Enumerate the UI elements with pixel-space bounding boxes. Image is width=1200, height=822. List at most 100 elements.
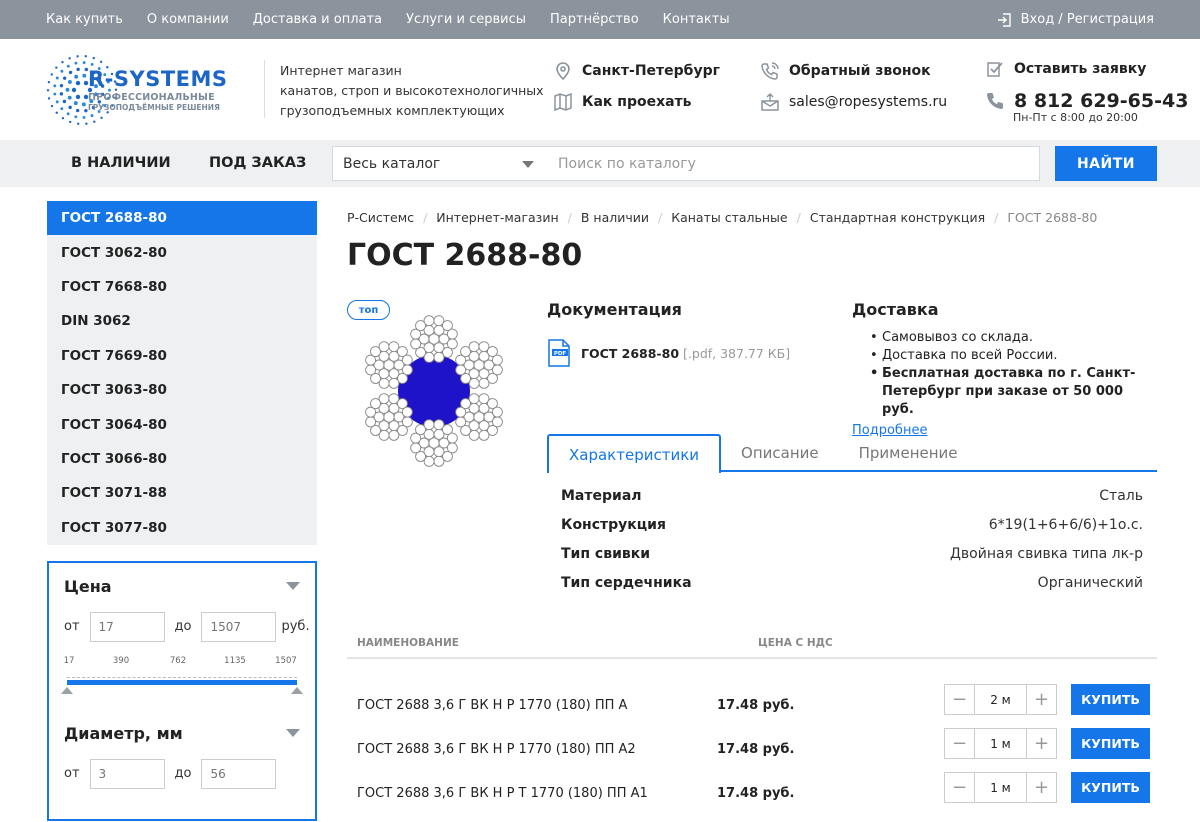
login-link[interactable]: Вход / Регистрация xyxy=(997,12,1154,28)
category-item[interactable]: ГОСТ 3077-80 xyxy=(47,511,317,545)
diameter-from-input[interactable] xyxy=(89,758,165,789)
collapse-triangle-icon xyxy=(286,729,300,738)
slider-track[interactable] xyxy=(67,679,297,685)
search-button[interactable]: НАЙТИ xyxy=(1055,146,1157,181)
product-name[interactable]: ГОСТ 2688 3,6 Г ВК Н Р 1770 (180) ПП А2 xyxy=(357,742,636,757)
phone-number[interactable]: 8 812 629-65-43 xyxy=(985,90,1188,112)
product-name[interactable]: ГОСТ 2688 3,6 Г ВК Н Р Т 1770 (180) ПП А… xyxy=(357,786,648,801)
nav-link-how-to-buy[interactable]: Как купить xyxy=(46,12,123,27)
nav-link-about[interactable]: О компании xyxy=(147,12,229,27)
nav-link-services[interactable]: Услуги и сервисы xyxy=(406,12,526,27)
nav-link-partnership[interactable]: Партнёрство xyxy=(550,12,639,27)
breadcrumb-item[interactable]: Интернет-магазин xyxy=(436,210,558,225)
quantity-stepper: − 2 м + xyxy=(944,684,1057,715)
buy-button[interactable]: КУПИТЬ xyxy=(1071,684,1150,715)
diameter-range: от до xyxy=(64,758,300,789)
slider-handle-max[interactable] xyxy=(291,686,303,694)
delivery-title: Доставка xyxy=(852,300,939,319)
breadcrumb-current: ГОСТ 2688-80 xyxy=(1007,209,1098,225)
login-label: Вход / Регистрация xyxy=(1020,12,1154,27)
nav-link-delivery[interactable]: Доставка и оплата xyxy=(253,12,382,27)
breadcrumb-item[interactable]: В наличии xyxy=(581,210,649,225)
city-link[interactable]: Санкт-Петербург xyxy=(553,60,720,82)
email-link[interactable]: sales@ropesystems.ru xyxy=(760,91,947,113)
tab-application[interactable]: Применение xyxy=(839,434,978,472)
callback-link[interactable]: Обратный звонок xyxy=(760,60,947,82)
slider-tick-label: 1135 xyxy=(224,655,246,666)
slider-handle-min[interactable] xyxy=(61,686,73,694)
minus-button[interactable]: − xyxy=(945,729,975,758)
search-input[interactable] xyxy=(546,146,1040,181)
slider-tick-label: 17 xyxy=(63,655,75,666)
map-pin-icon xyxy=(556,62,570,81)
category-list: ГОСТ 2688-80 ГОСТ 3062-80 ГОСТ 7668-80 D… xyxy=(47,201,317,545)
quantity-value[interactable]: 2 м xyxy=(975,693,1026,707)
spec-row: Тип сердечника Органический xyxy=(561,575,1143,591)
breadcrumb-item[interactable]: Стандартная конструкция xyxy=(810,210,985,225)
plus-button[interactable]: + xyxy=(1026,685,1056,714)
product-name[interactable]: ГОСТ 2688 3,6 Г ВК Н Р 1770 (180) ПП А xyxy=(357,698,627,713)
minus-button[interactable]: − xyxy=(945,773,975,802)
directions-link[interactable]: Как проехать xyxy=(553,91,720,113)
tab-in-stock[interactable]: В НАЛИЧИИ xyxy=(71,155,171,171)
page-title: ГОСТ 2688-80 xyxy=(347,238,583,273)
chevron-down-icon xyxy=(522,161,534,168)
minus-button[interactable]: − xyxy=(945,685,975,714)
pdf-icon-label: PDF xyxy=(554,351,567,357)
checkbox-icon xyxy=(987,62,1003,77)
product-price: 17.48 руб. xyxy=(717,698,795,713)
rope-cross-section-image xyxy=(365,315,503,467)
request-link[interactable]: Оставить заявку xyxy=(985,58,1188,80)
product-main: Р-Системс / Интернет-магазин / В наличии / … xyxy=(347,201,1157,803)
price-filter-header[interactable]: Цена xyxy=(64,577,300,596)
phone-callback-icon xyxy=(761,62,779,80)
tagline: Интернет магазин канатов, строп и высоко… xyxy=(280,63,544,118)
quantity-stepper: − 1 м + xyxy=(944,772,1057,803)
specs-table: Материал Сталь Конструкция 6*19(1+6+6/6)+1… xyxy=(561,488,1143,604)
filter-panel: Цена от до руб. 17 390 762 1135 1507 Диа… xyxy=(47,560,317,821)
logo-subtitle-2: ГРУЗОПОДЪЁМНЫЕ РЕШЕНИЯ xyxy=(88,103,220,112)
category-item[interactable]: ГОСТ 2688-80 xyxy=(47,201,317,236)
logo-wordmark: R-SYSTEMS xyxy=(88,67,228,91)
price-from-input[interactable] xyxy=(89,611,165,642)
plus-button[interactable]: + xyxy=(1026,729,1056,758)
phone-icon xyxy=(987,93,1003,109)
column-header-price: ЦЕНА С НДС xyxy=(758,637,833,649)
buy-button[interactable]: КУПИТЬ xyxy=(1071,728,1150,759)
top-bar: Как купить О компании Доставка и оплата … xyxy=(0,0,1200,39)
diameter-to-input[interactable] xyxy=(201,758,277,789)
spec-row: Конструкция 6*19(1+6+6/6)+1о.с. xyxy=(561,517,1143,533)
category-item[interactable]: ГОСТ 3063-80 xyxy=(47,373,317,407)
category-item[interactable]: ГОСТ 7669-80 xyxy=(47,339,317,373)
quantity-value[interactable]: 1 м xyxy=(975,737,1026,751)
tab-description[interactable]: Описание xyxy=(721,434,839,472)
breadcrumb-item[interactable]: Канаты стальные xyxy=(671,210,787,225)
spec-row: Материал Сталь xyxy=(561,488,1143,504)
spec-row: Тип свивки Двойная свивка типа лк-р xyxy=(561,546,1143,562)
price-range: от до руб. xyxy=(64,611,310,642)
pdf-icon: PDF xyxy=(548,339,570,367)
category-item[interactable]: ГОСТ 3064-80 xyxy=(47,407,317,441)
breadcrumb-item[interactable]: Р-Системс xyxy=(347,210,414,225)
tab-to-order[interactable]: ПОД ЗАКАЗ xyxy=(209,155,306,171)
category-item[interactable]: ГОСТ 3066-80 xyxy=(47,442,317,476)
category-item[interactable]: ГОСТ 3062-80 xyxy=(47,235,317,269)
price-slider[interactable]: 17 390 762 1135 1507 xyxy=(61,655,303,696)
nav-link-contacts[interactable]: Контакты xyxy=(663,12,730,27)
logo[interactable]: R-SYSTEMS ПРОФЕССИОНАЛЬНЫЕ ГРУЗОПОДЪЁМНЫ… xyxy=(46,54,266,126)
sidebar: ГОСТ 2688-80 ГОСТ 3062-80 ГОСТ 7668-80 D… xyxy=(47,201,317,821)
pdf-document-link[interactable]: PDF ГОСТ 2688-80 [.pdf, 387.77 КБ] xyxy=(547,339,790,367)
plus-button[interactable]: + xyxy=(1026,773,1056,802)
diameter-filter-header[interactable]: Диаметр, мм xyxy=(64,724,300,743)
collapse-triangle-icon xyxy=(286,582,300,591)
quantity-value[interactable]: 1 м xyxy=(975,781,1026,795)
price-to-input[interactable] xyxy=(201,611,277,642)
logo-subtitle: ПРОФЕССИОНАЛЬНЫЕ xyxy=(88,92,215,103)
buy-button[interactable]: КУПИТЬ xyxy=(1071,772,1150,803)
catalog-bar: В НАЛИЧИИ ПОД ЗАКАЗ Весь каталог НАЙТИ xyxy=(0,140,1200,187)
category-item[interactable]: ГОСТ 7668-80 xyxy=(47,270,317,304)
catalog-select[interactable]: Весь каталог xyxy=(332,146,547,181)
category-item[interactable]: ГОСТ 3071-88 xyxy=(47,476,317,510)
tab-characteristics[interactable]: Характеристики xyxy=(547,434,722,473)
category-item[interactable]: DIN 3062 xyxy=(47,304,317,338)
